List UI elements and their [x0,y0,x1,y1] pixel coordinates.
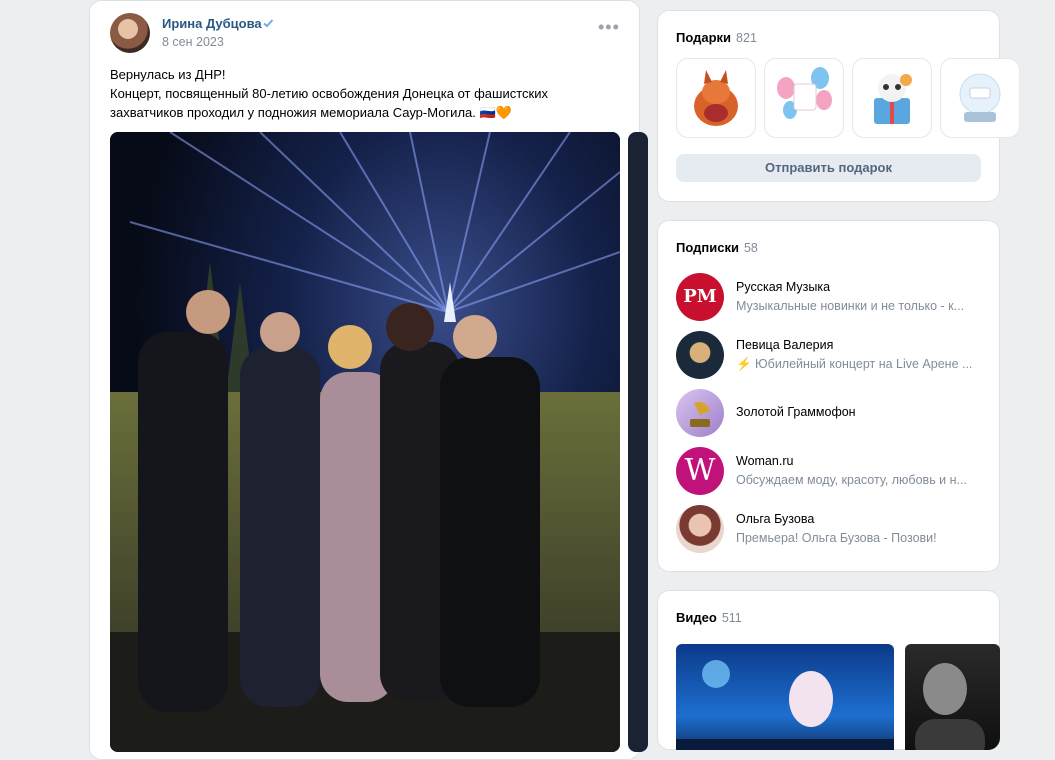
subscriptions-block: Подписки 58 PM Русская Музыка Музыкальные… [657,220,1000,572]
balloons-gift[interactable] [764,58,844,138]
gifts-title[interactable]: Подарки 821 [676,30,757,45]
send-gift-button[interactable]: Отправить подарок [676,154,981,182]
next-photo-preview[interactable] [628,132,648,752]
subscription-item[interactable]: W Woman.ru Обсуждаем моду, красоту, любо… [676,447,986,495]
more-options-icon[interactable]: ••• [598,18,620,36]
gifts-block: Подарки 821 Отправить подарок [657,10,1020,202]
post-author[interactable]: Ирина Дубцова [162,16,262,31]
subscription-item[interactable]: PM Русская Музыка Музыкальные новинки и … [676,273,986,321]
group-avatar: W [676,447,724,495]
subscription-item[interactable]: Певица Валерия ⚡ Юбилейный концерт на Li… [676,331,986,379]
post-text-line: Вернулась из ДНР! [110,67,226,82]
subscription-item[interactable]: Ольга Бузова Премьера! Ольга Бузова - По… [676,505,986,553]
video-thumbnail[interactable] [676,644,894,750]
subscription-desc: Премьера! Ольга Бузова - Позови! [736,531,937,545]
video-count: 511 [721,611,742,625]
subscription-desc: ⚡ Юбилейный концерт на Live Арене ... [736,357,973,371]
verified-icon [263,19,274,28]
subscription-desc: Обсуждаем моду, красоту, любовь и н... [736,473,967,487]
gifts-title-label: Подарки [676,30,732,45]
subscription-name: Woman.ru [736,454,794,468]
gramophone-icon [690,402,710,427]
snow-globe-gift-icon [959,73,1001,122]
subscription-name: Русская Музыка [736,280,831,294]
gifts-count: 821 [736,31,757,45]
concert-stage-image [676,660,894,750]
fox-gift[interactable] [676,58,756,138]
video-title-label: Видео [676,610,717,625]
subscription-desc: Музыкальные новинки и не только - к... [736,299,965,313]
video-title[interactable]: Видео 511 [676,610,742,625]
post-text-line: захватчиков проходил у подножия мемориал… [110,105,512,120]
group-avatar: PM [676,273,724,321]
group-avatar [676,505,724,553]
post-date[interactable]: 8 сен 2023 [162,35,224,49]
balloons-gift-icon [777,67,832,119]
russkaya-muzyka-logo: PM [683,286,717,307]
group-avatar [676,389,724,437]
subscriptions-title-label: Подписки [676,240,739,255]
post-text: Вернулась из ДНР! Концерт, посвященный 8… [110,65,610,122]
post-text-line: Концерт, посвященный 80-летию освобожден… [110,86,548,101]
post-photo[interactable] [110,132,620,752]
video-thumbnail[interactable] [905,644,1000,750]
snow-globe-gift[interactable] [940,58,1020,138]
subscription-name: Золотой Граммофон [736,405,856,419]
group-avatar [676,331,724,379]
concert-photo-image [110,132,620,752]
subscription-name: Ольга Бузова [736,512,815,526]
portrait-image [915,663,985,750]
subscriptions-title[interactable]: Подписки 58 [676,240,758,255]
cat-in-box-gift-icon [874,74,912,124]
author-avatar[interactable] [110,13,150,53]
subscription-item[interactable]: Золотой Граммофон [676,389,986,437]
woman-ru-logo: W [684,453,716,488]
subscription-name: Певица Валерия [736,338,834,352]
fox-gift-icon [694,70,738,126]
cat-in-box-gift[interactable] [852,58,932,138]
subscriptions-count: 58 [743,241,758,255]
video-block: Видео 511 [657,590,1000,750]
